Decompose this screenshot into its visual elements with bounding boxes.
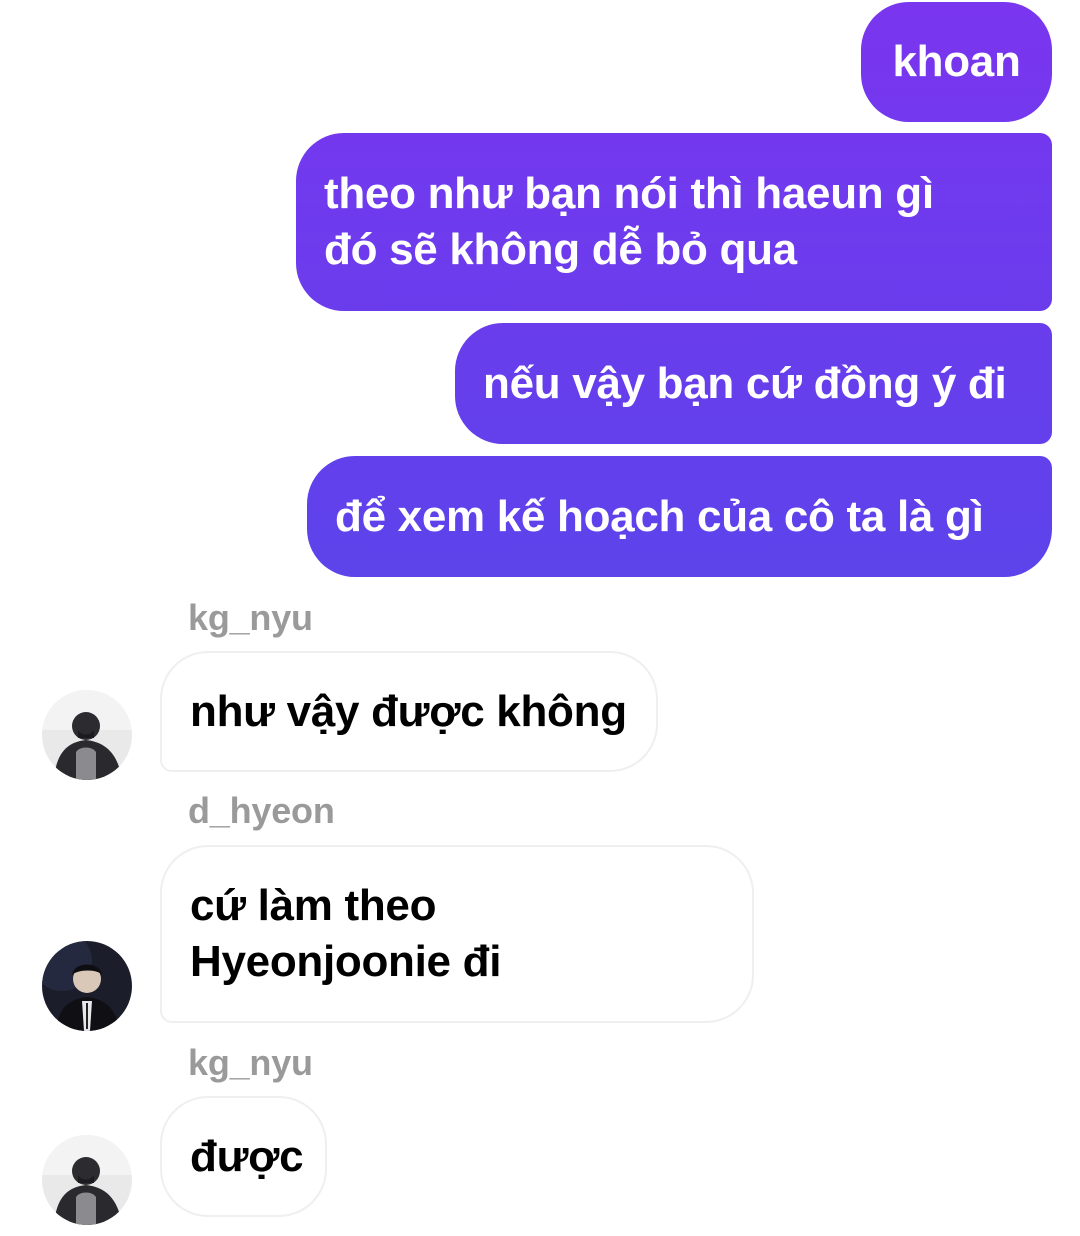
sender-username[interactable]: kg_nyu — [188, 597, 313, 639]
sender-username[interactable]: d_hyeon — [188, 790, 335, 832]
outgoing-message[interactable]: nếu vậy bạn cứ đồng ý đi — [455, 323, 1052, 444]
incoming-message[interactable]: như vậy được không — [160, 651, 658, 772]
incoming-message[interactable]: được — [160, 1096, 327, 1217]
chat-thread: khoan theo như bạn nói thì haeun gì đó s… — [0, 0, 1080, 1236]
user-avatar-icon[interactable] — [42, 941, 132, 1031]
message-text: theo như bạn nói thì haeun gì đó sẽ khôn… — [324, 169, 934, 274]
sender-username[interactable]: kg_nyu — [188, 1042, 313, 1084]
outgoing-message[interactable]: khoan — [861, 2, 1052, 122]
incoming-message[interactable]: cứ làm theo Hyeonjoonie đi — [160, 845, 754, 1023]
user-avatar-icon[interactable] — [42, 1135, 132, 1225]
user-avatar-icon[interactable] — [42, 690, 132, 780]
outgoing-message[interactable]: để xem kế hoạch của cô ta là gì — [307, 456, 1052, 577]
message-text: như vậy được không — [190, 686, 627, 736]
message-text: cứ làm theo Hyeonjoonie đi — [190, 881, 502, 986]
message-text: nếu vậy bạn cứ đồng ý đi — [483, 358, 1007, 408]
message-text: khoan — [892, 37, 1021, 86]
message-text: để xem kế hoạch của cô ta là gì — [335, 491, 984, 541]
message-text: được — [190, 1131, 304, 1181]
outgoing-message[interactable]: theo như bạn nói thì haeun gì đó sẽ khôn… — [296, 133, 1052, 311]
